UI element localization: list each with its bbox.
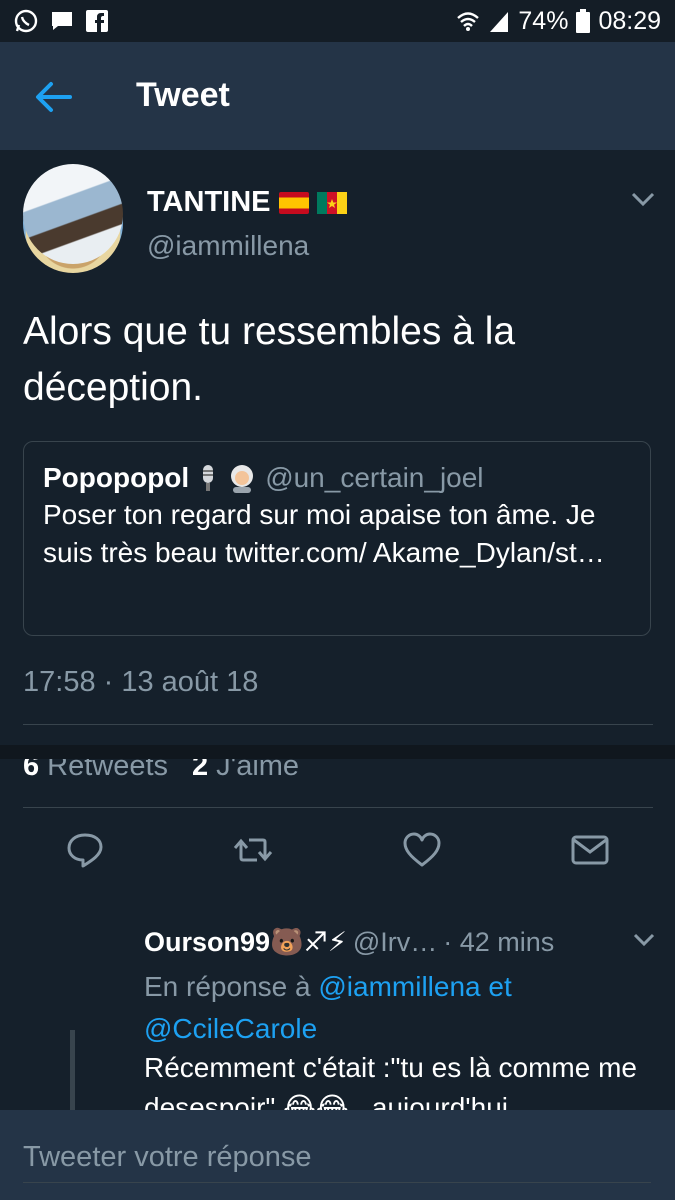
retweet-icon[interactable] bbox=[233, 830, 273, 870]
chevron-down-icon[interactable] bbox=[630, 190, 656, 208]
in-reply-prefix: En réponse à bbox=[144, 971, 311, 1002]
divider bbox=[23, 724, 653, 725]
quoted-author-name: Popopopol bbox=[43, 462, 190, 493]
tweet-text: Alors que tu ressembles à la déception. bbox=[23, 310, 516, 409]
tweet-timestamp: 17:58 · 13 août 18 bbox=[23, 666, 259, 698]
thread-line bbox=[70, 1030, 75, 1110]
like-heart-icon[interactable] bbox=[402, 830, 442, 870]
spain-flag-icon bbox=[278, 191, 309, 214]
quoted-tweet[interactable]: Popopopol @un_certain_joel Poser ton reg… bbox=[23, 441, 651, 636]
reply-input[interactable] bbox=[23, 1132, 651, 1183]
chevron-down-icon[interactable] bbox=[632, 932, 656, 948]
quoted-handle: @un_certain_joel bbox=[265, 462, 484, 493]
battery-icon bbox=[576, 9, 591, 33]
reply-author-avatar[interactable] bbox=[23, 164, 123, 264]
author-name-row[interactable]: TANTINE bbox=[147, 186, 347, 219]
in-reply-to: En réponse à @iammillena et @CcileCarole bbox=[144, 966, 644, 1050]
old-woman-icon bbox=[231, 465, 254, 493]
section-separator bbox=[0, 745, 675, 759]
direct-message-icon[interactable] bbox=[570, 830, 610, 870]
quoted-header: Popopopol @un_certain_joel bbox=[43, 462, 631, 494]
reply-icon[interactable] bbox=[65, 830, 105, 870]
quoted-text: Poser ton regard sur moi apaise ton âme.… bbox=[43, 499, 605, 568]
reply-author-handle: @Irv… bbox=[352, 926, 438, 957]
microphone-icon bbox=[203, 465, 214, 491]
signal-icon bbox=[490, 12, 509, 32]
cameroon-flag-icon bbox=[316, 191, 347, 214]
reply-time: · 42 mins bbox=[443, 926, 555, 957]
facebook-icon bbox=[86, 10, 108, 32]
reply-header[interactable]: Ourson99🐻♐⚡ @Irv… · 42 mins bbox=[144, 926, 554, 958]
system-status: 74% 08:29 bbox=[456, 7, 661, 36]
wifi-icon bbox=[457, 12, 480, 31]
tweet-actions bbox=[0, 830, 675, 880]
notification-icons bbox=[14, 9, 108, 33]
app-bar: Tweet bbox=[0, 42, 675, 150]
reply-author-name: Ourson99🐻♐⚡ bbox=[144, 927, 347, 957]
back-arrow-icon[interactable] bbox=[34, 80, 72, 114]
whatsapp-icon bbox=[14, 9, 38, 33]
status-bar: 74% 08:29 bbox=[0, 0, 675, 42]
divider bbox=[23, 807, 653, 808]
reply-composer bbox=[0, 1110, 675, 1200]
battery-percent: 74% bbox=[518, 6, 569, 35]
author-handle[interactable]: @iammillena bbox=[147, 230, 309, 262]
author-name: TANTINE bbox=[147, 186, 271, 218]
page-title: Tweet bbox=[136, 76, 230, 114]
clock: 08:29 bbox=[598, 6, 661, 35]
message-icon bbox=[52, 12, 72, 30]
